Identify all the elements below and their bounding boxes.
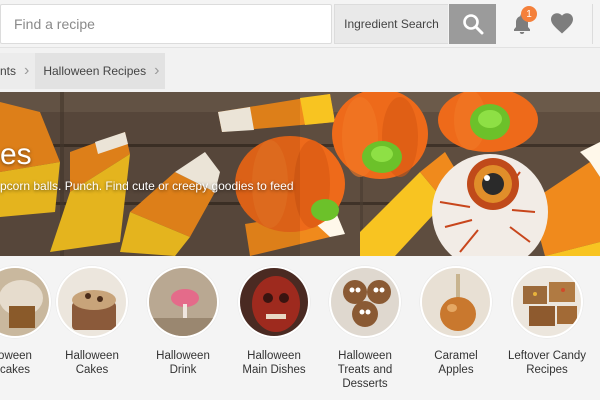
category-item[interactable]: Halloween Drink [138,266,228,377]
category-carousel: oween cakes Halloween Cakes Halloween Dr… [0,256,600,400]
hero-title: es [0,138,32,171]
hero-image [0,92,600,256]
breadcrumb: nts › Halloween Recipes › [0,53,166,89]
category-item[interactable]: Caramel Apples [411,266,501,377]
category-label: Halloween Treats and Desserts [337,350,393,390]
category-item[interactable]: Halloween Cakes [47,266,137,377]
app-root: Ingredient Search 1 nts › Halloween Reci… [0,0,600,400]
chevron-right-icon: › [154,62,160,79]
breadcrumb-label: nts [0,64,17,78]
breadcrumb-item-current[interactable]: Halloween Recipes › [35,53,166,89]
chevron-right-icon: › [24,62,30,79]
category-label: Halloween Main Dishes [242,350,306,376]
header-edge [592,4,600,44]
category-label: Halloween Drink [156,350,210,376]
category-item[interactable]: Halloween Main Dishes [229,266,319,377]
category-item[interactable]: Leftover Candy Recipes [502,266,592,377]
category-image [56,266,128,338]
notification-badge: 1 [521,6,537,22]
breadcrumb-label: Halloween Recipes [43,64,147,78]
category-image [511,266,583,338]
search-icon [462,14,483,35]
category-image [238,266,310,338]
category-label: Leftover Candy Recipes [508,350,586,376]
heart-icon[interactable] [550,12,574,34]
hero-banner [0,92,600,256]
ingredient-search-button[interactable]: Ingredient Search [334,4,448,44]
category-image [147,266,219,338]
category-item[interactable]: Halloween Treats and Desserts [320,266,410,391]
header: Ingredient Search 1 [0,0,600,48]
breadcrumb-item[interactable]: nts › [0,53,36,89]
category-label: Halloween Cakes [65,350,119,376]
hero-description: pcorn balls. Punch. Find cute or creepy … [0,179,294,193]
search-button[interactable] [449,4,496,44]
category-image [0,266,51,338]
category-image [329,266,401,338]
category-label: Caramel Apples [434,350,478,376]
category-image [420,266,492,338]
search-box [0,4,332,44]
search-input[interactable] [1,5,331,43]
